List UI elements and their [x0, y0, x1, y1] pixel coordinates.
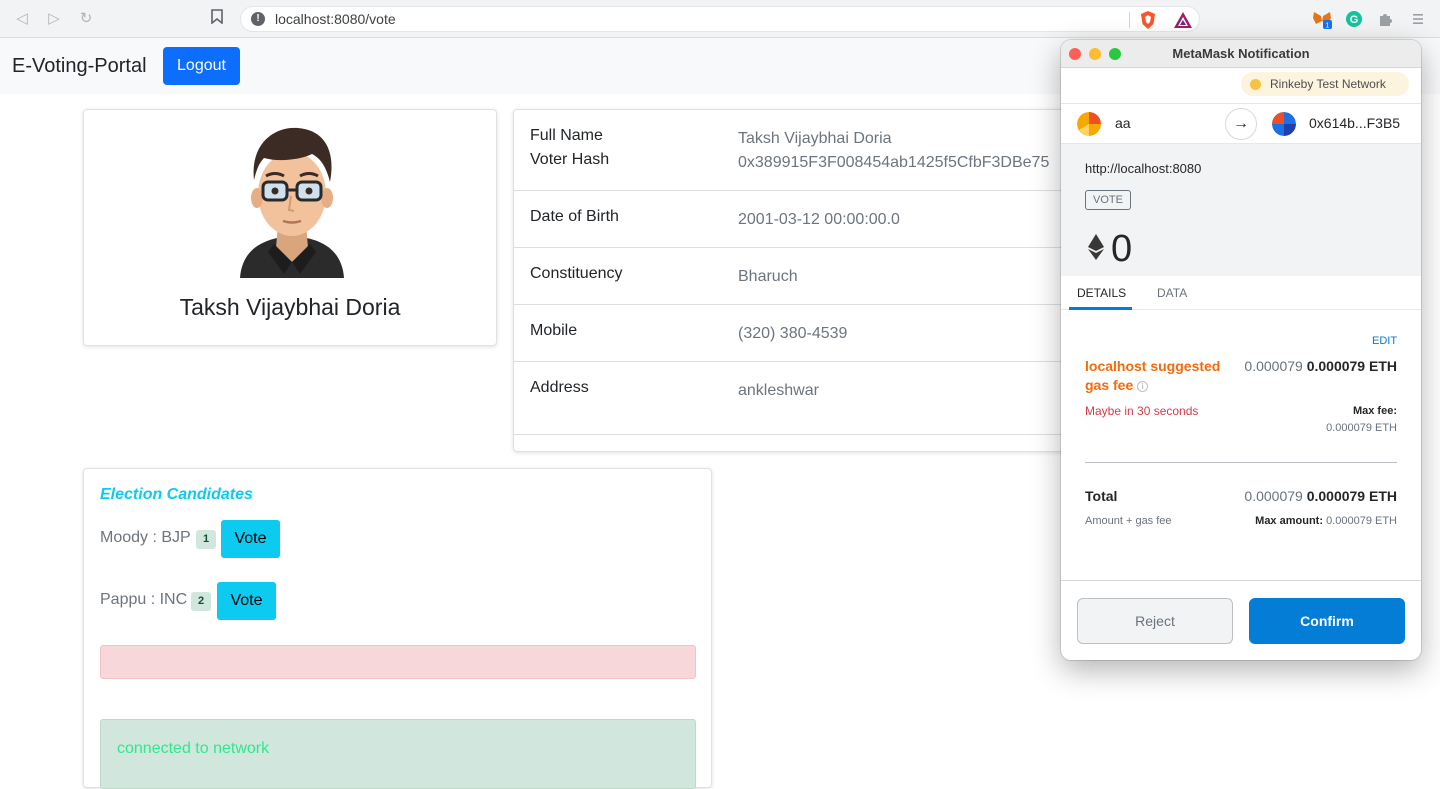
brave-rewards-icon[interactable] — [1173, 11, 1193, 29]
address-bar[interactable]: ! localhost:8080/vote — [240, 6, 1200, 32]
network-row: Rinkeby Test Network — [1061, 68, 1421, 104]
network-dot-icon — [1250, 79, 1261, 90]
extensions-puzzle-icon[interactable] — [1376, 9, 1396, 29]
gas-fee-value-muted: 0.000079 — [1244, 358, 1303, 374]
site-info-icon[interactable]: ! — [251, 12, 265, 26]
dob-label: Date of Birth — [530, 208, 619, 225]
avatar — [240, 127, 344, 278]
total-label: Total — [1085, 488, 1118, 504]
candidate-1-name: Moody : BJP — [100, 529, 191, 546]
section-divider — [1085, 462, 1397, 463]
address-value: ankleshwar — [738, 382, 819, 399]
metamask-extension-icon[interactable]: 1 — [1312, 9, 1332, 29]
window-title: MetaMask Notification — [1172, 46, 1310, 61]
extension-badge: 1 — [1326, 23, 1330, 30]
browser-toolbar: ◁ ▷ ↻ ! localhost:8080/vote 1 G — [0, 0, 1440, 38]
max-amount-value: 0.000079 ETH — [1326, 515, 1397, 527]
confirm-button[interactable]: Confirm — [1249, 598, 1405, 644]
logout-button[interactable]: Logout — [163, 47, 240, 85]
max-amount-label: Max amount: — [1255, 515, 1323, 527]
network-status-alert: connected to network — [100, 719, 696, 789]
error-alert — [100, 645, 696, 679]
address-label: Address — [530, 379, 589, 396]
amount-gas-label: Amount + gas fee — [1085, 515, 1172, 527]
bookmark-icon[interactable] — [207, 9, 227, 29]
network-selector[interactable]: Rinkeby Test Network — [1241, 72, 1409, 96]
network-label: Rinkeby Test Network — [1270, 77, 1386, 91]
to-account-address[interactable]: 0x614b...F3B5 — [1309, 115, 1400, 131]
transaction-summary: http://localhost:8080 VOTE 0 — [1061, 144, 1421, 276]
voter-hash-label: Voter Hash — [530, 151, 610, 168]
url-text: localhost:8080/vote — [275, 11, 396, 27]
dob-value: 2001-03-12 00:00:00.0 — [738, 211, 900, 228]
profile-card: Taksh Vijaybhai Doria — [83, 109, 497, 346]
to-account-avatar — [1272, 112, 1296, 136]
gas-timing: Maybe in 30 seconds — [1085, 404, 1199, 418]
detail-row-mobile: Mobile (320) 380-4539 — [514, 305, 1072, 362]
transaction-amount: 0 — [1111, 228, 1133, 270]
forward-icon[interactable]: ▷ — [44, 9, 64, 29]
from-account-name[interactable]: aa — [1115, 115, 1131, 131]
gas-fee-label: localhost suggested gas fee i — [1085, 357, 1225, 395]
constituency-label: Constituency — [530, 265, 623, 282]
edit-gas-link[interactable]: EDIT — [1372, 335, 1397, 347]
gas-fee-value: 0.000079 ETH — [1306, 358, 1397, 374]
constituency-value: Bharuch — [738, 268, 798, 285]
address-bar-divider — [1129, 12, 1130, 28]
detail-tabs: DETAILS DATA — [1061, 276, 1421, 310]
mobile-label: Mobile — [530, 322, 578, 339]
max-fee-value: 0.000079 ETH — [1326, 422, 1397, 434]
full-name-label: Full Name — [530, 127, 603, 144]
gas-fee-values: 0.000079 0.000079 ETH — [1244, 358, 1397, 374]
vote-button-candidate-2[interactable]: Vote — [217, 582, 276, 620]
total-values: 0.000079 0.000079 ETH — [1244, 488, 1397, 504]
gas-fee-label-text: localhost suggested gas fee — [1085, 358, 1221, 393]
footer-divider — [1061, 580, 1421, 581]
from-account-avatar — [1077, 112, 1101, 136]
detail-row-constituency: Constituency Bharuch — [514, 248, 1072, 305]
profile-name: Taksh Vijaybhai Doria — [179, 294, 401, 320]
account-transfer-row: aa → 0x614b...F3B5 — [1061, 104, 1421, 144]
vote-button-candidate-1[interactable]: Vote — [221, 520, 280, 558]
active-tab-indicator — [1069, 307, 1132, 310]
voter-hash-value: 0x389915F3F008454ab1425f5CfbF3DBe75 — [738, 154, 1050, 171]
eth-icon — [1088, 234, 1104, 260]
detail-row-name: Full Name Taksh Vijaybhai Doria Voter Ha… — [514, 110, 1072, 191]
candidate-2-badge: 2 — [191, 592, 211, 611]
info-icon[interactable]: i — [1137, 380, 1149, 392]
candidate-2-name: Pappu : INC — [100, 591, 188, 608]
max-amount: Max amount: 0.000079 ETH — [1255, 515, 1397, 527]
candidate-1-badge: 1 — [196, 530, 216, 549]
candidates-title: Election Candidates — [100, 486, 253, 503]
network-status-text: connected to network — [117, 740, 270, 757]
total-value: 0.000079 ETH — [1306, 488, 1397, 504]
total-value-muted: 0.000079 — [1244, 488, 1303, 504]
method-tag: VOTE — [1085, 190, 1131, 210]
origin-url: http://localhost:8080 — [1085, 161, 1202, 176]
svg-text:G: G — [1350, 14, 1359, 26]
reload-icon[interactable]: ↻ — [76, 9, 96, 29]
grammarly-icon[interactable]: G — [1344, 9, 1364, 29]
metamask-notification-window: MetaMask Notification Rinkeby Test Netwo… — [1061, 40, 1421, 660]
candidates-card: Election Candidates Moody : BJP 1 Vote P… — [83, 468, 712, 789]
detail-row-dob: Date of Birth 2001-03-12 00:00:00.0 — [514, 191, 1072, 248]
menu-icon[interactable] — [1408, 9, 1428, 29]
back-icon[interactable]: ◁ — [12, 9, 32, 29]
brand-title[interactable]: E-Voting-Portal — [12, 55, 147, 78]
max-fee-label: Max fee: — [1352, 405, 1397, 417]
brave-shield-icon[interactable] — [1139, 10, 1157, 30]
full-name-value: Taksh Vijaybhai Doria — [738, 130, 892, 147]
window-titlebar: MetaMask Notification — [1061, 40, 1421, 68]
tab-details[interactable]: DETAILS — [1077, 286, 1126, 300]
detail-row-address: Address ankleshwar — [514, 362, 1072, 435]
arrow-right-icon: → — [1225, 108, 1257, 140]
mobile-value: (320) 380-4539 — [738, 325, 848, 342]
tab-data[interactable]: DATA — [1157, 286, 1187, 300]
voter-details-card: Full Name Taksh Vijaybhai Doria Voter Ha… — [513, 109, 1073, 452]
reject-button[interactable]: Reject — [1077, 598, 1233, 644]
